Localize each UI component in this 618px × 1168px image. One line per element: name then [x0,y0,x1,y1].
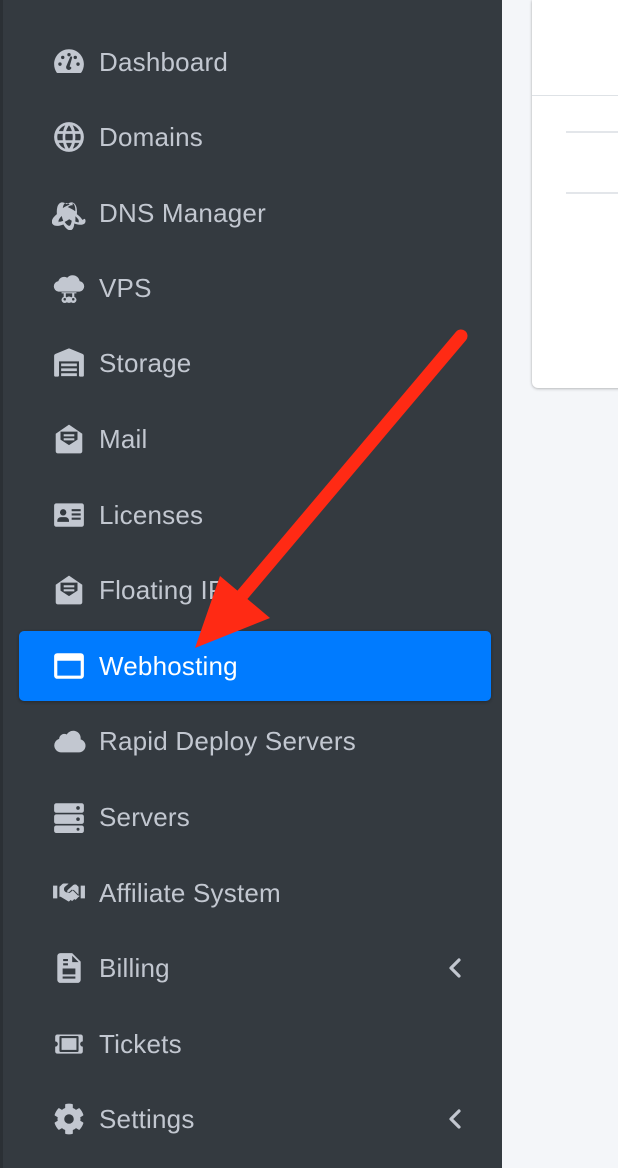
globe-icon [51,119,87,155]
sidebar-item-label: Dashboard [99,47,228,77]
sidebar-item-tickets[interactable]: Tickets [19,1009,491,1079]
sidebar-item-vps[interactable]: VPS [19,253,491,323]
sidebar-item-label: Storage [99,348,192,378]
handshake-icon [51,875,87,911]
sidebar: Dashboard Domains DNS Manager VPS Storag… [0,0,502,1168]
chevron-left-icon[interactable] [445,957,465,979]
sidebar-item-label: Settings [99,1104,195,1134]
sidebar-item-dashboard[interactable]: Dashboard [19,27,491,97]
sidebar-item-billing[interactable]: Billing [19,933,491,1003]
sidebar-item-licenses[interactable]: Licenses [19,480,491,550]
envelope-open-text-icon [51,572,87,608]
content-card [532,0,618,388]
sidebar-item-label: Affiliate System [99,878,281,908]
sidebar-item-label: VPS [99,273,152,303]
sidebar-item-mail[interactable]: Mail [19,404,491,474]
sidebar-item-webhosting[interactable]: Webhosting [19,631,491,701]
envelope-open-icon [51,421,87,457]
sidebar-item-label: Rapid Deploy Servers [99,726,356,756]
sidebar-item-label: Billing [99,953,170,983]
gear-icon [51,1101,87,1137]
sidebar-item-label: Webhosting [99,651,238,681]
sidebar-item-label: Floating IP [99,575,226,605]
sidebar-item-dns-manager[interactable]: DNS Manager [19,178,491,248]
sidebar-item-settings[interactable]: Settings [19,1084,491,1154]
window-icon [51,648,87,684]
sidebar-item-label: Servers [99,802,190,832]
sidebar-item-floating-ip[interactable]: Floating IP [19,555,491,625]
chevron-left-icon[interactable] [445,1108,465,1130]
sidebar-item-label: Tickets [99,1029,182,1059]
sidebar-item-storage[interactable]: Storage [19,328,491,398]
file-invoice-icon [51,950,87,986]
cloud-network-icon [51,270,87,306]
warehouse-icon [51,345,87,381]
sidebar-item-domains[interactable]: Domains [19,102,491,172]
sidebar-item-servers[interactable]: Servers [19,782,491,852]
sidebar-item-affiliate-system[interactable]: Affiliate System [19,858,491,928]
id-card-icon [51,497,87,533]
tachometer-icon [51,44,87,80]
table-row-divider [566,192,618,194]
card-header-divider [532,95,618,96]
server-icon [51,799,87,835]
sidebar-item-label: Mail [99,424,148,454]
sidebar-item-label: Licenses [99,500,204,530]
sidebar-item-label: DNS Manager [99,198,266,228]
ticket-icon [51,1026,87,1062]
sidebar-item-rapid-deploy-servers[interactable]: Rapid Deploy Servers [19,706,491,776]
sidebar-item-label: Domains [99,122,203,152]
atom-icon [51,195,87,231]
table-row-divider [566,131,618,133]
cloud-icon [51,723,87,759]
